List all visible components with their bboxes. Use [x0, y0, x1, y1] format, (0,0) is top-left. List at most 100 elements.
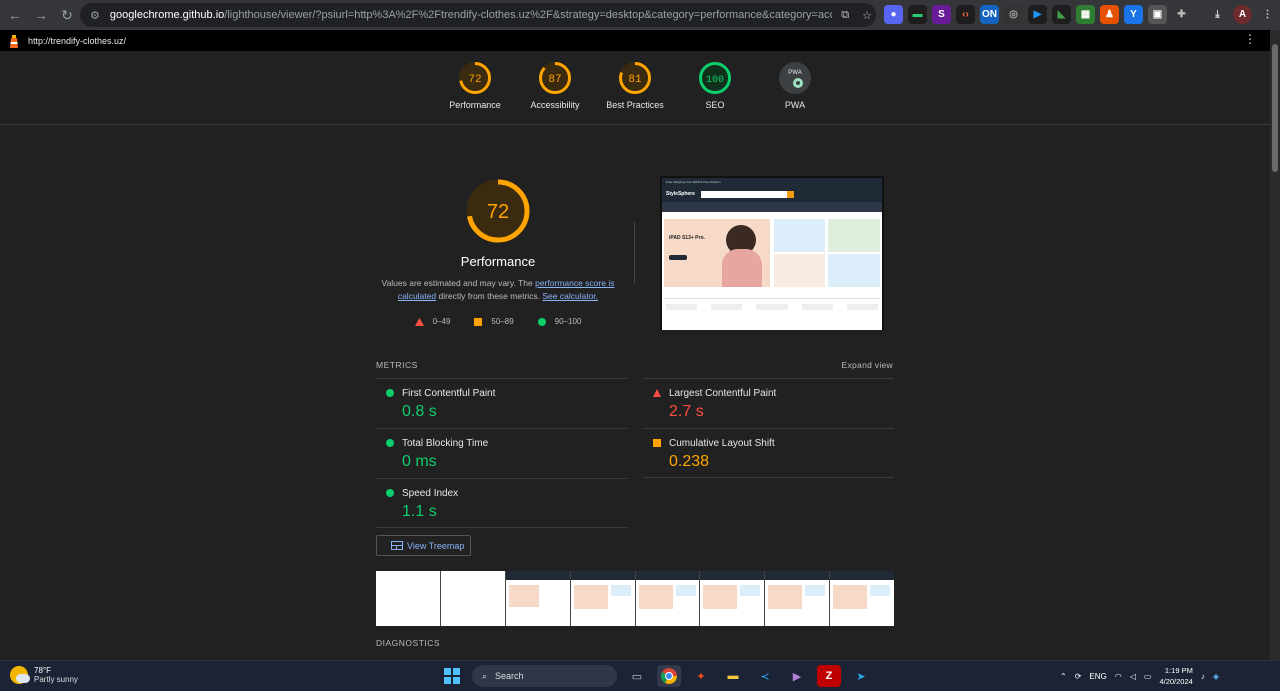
performance-gauge: 72 [466, 179, 530, 243]
bookmark-star-icon[interactable]: ☆ [858, 6, 876, 24]
visual-studio-icon[interactable]: ▶ [785, 665, 809, 687]
view-treemap-label: View Treemap [407, 540, 465, 551]
gauge-performance[interactable]: 72 Performance [435, 61, 515, 110]
telegram-icon[interactable]: ➤ [849, 665, 873, 687]
see-calculator-link[interactable]: See calculator. [542, 291, 598, 301]
figma-icon[interactable]: ✦ [689, 665, 713, 687]
weather-widget[interactable]: 78°F Partly sunny [10, 666, 78, 684]
extension-icon[interactable]: ♟ [1100, 5, 1119, 24]
metric-lcp: Largest Contentful Paint 2.7 s [643, 378, 894, 428]
volume-icon[interactable]: ◁ [1130, 672, 1136, 681]
extension-icon[interactable]: ‹› [956, 5, 975, 24]
file-explorer-icon[interactable]: ▬ [721, 665, 745, 687]
square-icon [474, 317, 483, 326]
filmstrip-frame [830, 571, 894, 626]
extension-icon[interactable]: ◎ [1004, 5, 1023, 24]
extension-icon[interactable]: Y [1124, 5, 1143, 24]
battery-icon[interactable]: ▭ [1144, 672, 1152, 681]
pass-circle-icon [386, 439, 394, 447]
open-in-app-icon[interactable]: ⧉ [836, 6, 854, 24]
filmstrip-frame [700, 571, 765, 626]
gauge-score: 100 [706, 75, 724, 86]
filezilla-icon[interactable]: Z [817, 665, 841, 687]
gauge-best-practices[interactable]: 81 Best Practices [595, 61, 675, 110]
extension-icon[interactable]: ▦ [1076, 5, 1095, 24]
url-path: /lighthouse/viewer/?psiurl=http%3A%2F%2F… [224, 9, 832, 21]
extension-icon[interactable]: ◣ [1052, 5, 1071, 24]
gauge-seo[interactable]: 100 SEO [675, 61, 755, 110]
desc-text: Values are estimated and may vary. The [381, 278, 536, 288]
scrollbar-thumb[interactable] [1272, 44, 1278, 172]
metric-name: Cumulative Layout Shift [669, 438, 775, 449]
score-gauges: 72 Performance 87 Accessibility 81 Best … [0, 51, 1270, 125]
language-indicator[interactable]: ENG [1089, 672, 1106, 681]
clock[interactable]: 1:19 PM 4/20/2024 [1159, 665, 1192, 687]
gauge-ring: 87 [539, 62, 571, 94]
chrome-icon[interactable] [657, 665, 681, 687]
windows-start-icon[interactable] [440, 665, 464, 687]
extension-icon[interactable]: ON [980, 5, 999, 24]
screenshot-brand: StyleSphere [666, 191, 695, 197]
performance-description: Values are estimated and may vary. The p… [376, 277, 620, 303]
lighthouse-topbar: http://trendify-clothes.uz/ ⋮ [0, 30, 1270, 51]
screenshot-feature [756, 304, 788, 310]
gauge-ring: 72 [459, 62, 491, 94]
extensions-puzzle-icon[interactable]: ✚ [1172, 5, 1191, 24]
copilot-icon[interactable]: ◈ [1213, 672, 1219, 681]
extension-icon[interactable]: ● [884, 5, 903, 24]
gauge-accessibility[interactable]: 87 Accessibility [515, 61, 595, 110]
legend-pass: 90–100 [537, 317, 581, 326]
extension-icon[interactable]: ▶ [1028, 5, 1047, 24]
view-treemap-button[interactable]: View Treemap [376, 535, 471, 556]
final-screenshot[interactable]: Free Shipping Over $150 & Free Returns S… [660, 176, 884, 330]
reload-icon[interactable]: ↻ [56, 4, 78, 26]
gauge-pwa[interactable]: PWA PWA [755, 61, 835, 110]
metric-tbt: Total Blocking Time 0 ms [376, 428, 627, 478]
chevron-up-icon[interactable]: ⌃ [1060, 672, 1067, 681]
weather-temp: 78°F [34, 666, 51, 675]
filmstrip-frame [765, 571, 830, 626]
legend-label: 0–49 [432, 317, 451, 326]
windows-taskbar: 78°F Partly sunny ⌕ Search ▭ ✦ ▬ ≺ ▶ Z ➤ … [0, 660, 1280, 691]
screenshot-search-btn [786, 190, 794, 198]
metric-value: 0 ms [402, 453, 437, 470]
screenshot-promo [828, 219, 880, 252]
screenshot-hero-person-body [722, 249, 762, 287]
expand-view-toggle[interactable]: Expand view [842, 360, 894, 370]
gauge-label: PWA [784, 100, 806, 110]
site-info-icon[interactable]: ⚙ [86, 6, 104, 24]
profile-avatar[interactable]: A [1233, 5, 1252, 24]
gauge-score: 72 [468, 74, 481, 86]
back-icon[interactable]: ← [4, 4, 26, 26]
search-label: Search [495, 671, 524, 681]
wifi-icon[interactable]: ◠ [1115, 672, 1122, 681]
filmstrip-frame [376, 571, 440, 626]
performance-title: Performance [460, 254, 536, 269]
gauge-ring: 100 [699, 62, 731, 94]
extension-icon[interactable]: ▣ [1148, 5, 1167, 24]
search-icon: ⌕ [482, 670, 488, 681]
tray-app-icon[interactable]: ⟳ [1075, 672, 1082, 681]
fail-triangle-icon [653, 389, 661, 397]
lighthouse-logo-icon [10, 34, 18, 48]
download-icon[interactable]: ⤓ [1208, 5, 1227, 24]
extension-icon[interactable]: S [932, 5, 951, 24]
page-scrollbar[interactable] [1270, 30, 1280, 660]
screenshot-feature [801, 304, 833, 310]
forward-icon[interactable]: → [30, 4, 52, 26]
chrome-menu-icon[interactable]: ⋮ [1258, 5, 1277, 24]
system-tray: ⌃ ⟳ ENG ◠ ◁ ▭ 1:19 PM 4/20/2024 ♪ ◈ [1060, 665, 1219, 687]
address-url[interactable]: googlechrome.github.io/lighthouse/viewer… [110, 9, 832, 21]
screenshot-promo [828, 254, 880, 287]
metrics-header: METRICS Expand view [376, 360, 893, 370]
notification-bell-icon[interactable]: ♪ [1201, 672, 1205, 681]
tools-menu-icon[interactable]: ⋮ [1244, 32, 1256, 46]
taskbar-search[interactable]: ⌕ Search [472, 665, 617, 687]
vscode-icon[interactable]: ≺ [753, 665, 777, 687]
metrics-left-column: First Contentful Paint 0.8 s Total Block… [376, 378, 627, 528]
circle-icon [537, 317, 546, 326]
extension-icon[interactable]: ▬ [908, 5, 927, 24]
address-bar[interactable]: ⚙ googlechrome.github.io/lighthouse/view… [80, 3, 876, 27]
triangle-icon [414, 317, 424, 326]
task-view-icon[interactable]: ▭ [625, 665, 649, 687]
